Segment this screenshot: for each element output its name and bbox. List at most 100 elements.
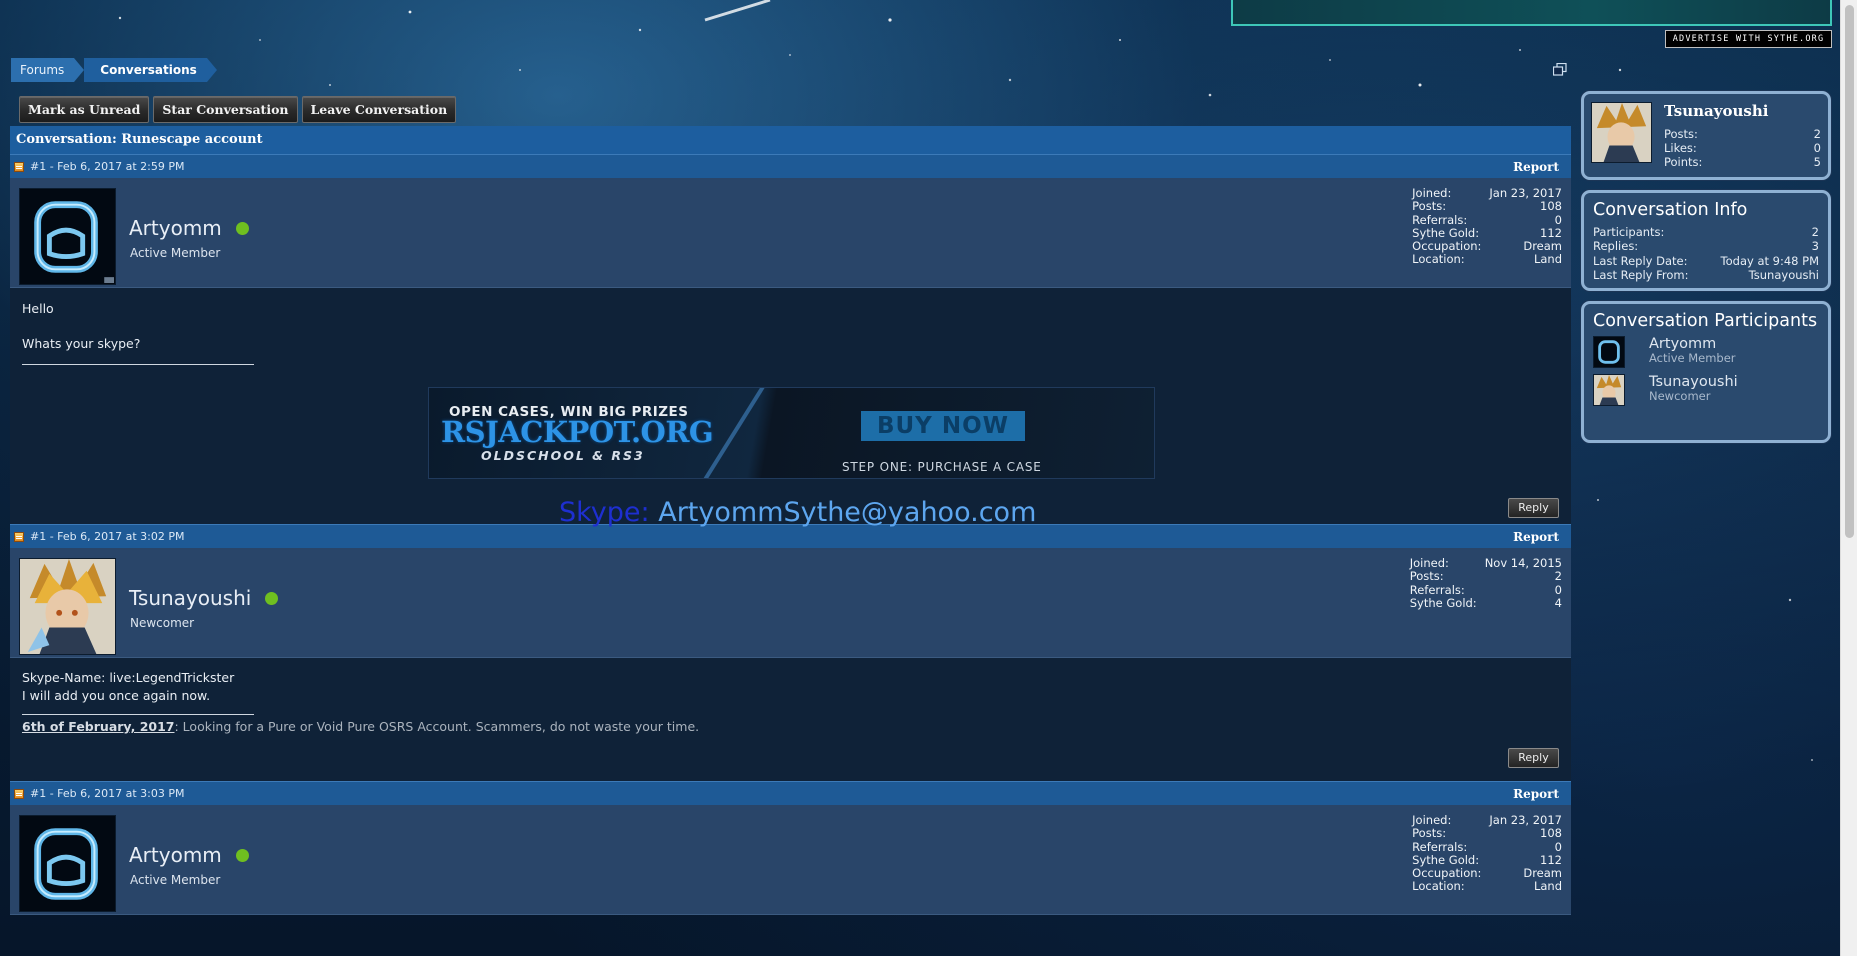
stat-label: Referrals: <box>1412 839 1468 854</box>
stat-label: Points: <box>1664 155 1703 169</box>
page-scrollbar[interactable] <box>1840 0 1857 956</box>
stat-value: 0 <box>1554 839 1562 854</box>
signature-date: 6th of February, 2017 <box>22 719 175 734</box>
star-conversation-button[interactable]: Star Conversation <box>153 96 298 123</box>
post-meta[interactable]: #1 - Feb 6, 2017 at 3:03 PM <box>30 787 185 800</box>
stat-value: 108 <box>1540 199 1562 214</box>
stat-value: 0 <box>1554 582 1562 597</box>
user-panel: Artyomm Active Member Joined: Jan 23, 201… <box>10 805 1571 915</box>
banner-step: STEP ONE: PURCHASE A CASE <box>842 460 1042 474</box>
popout-icon[interactable] <box>1553 63 1567 76</box>
leave-conversation-button[interactable]: Leave Conversation <box>301 96 457 123</box>
participants-title: Conversation Participants <box>1593 311 1818 331</box>
sidebar: Tsunayoushi Posts: 2 Likes: 0 Points: 5 Con… <box>1581 91 1831 453</box>
user-stats: Joined: Jan 23, 2017 Posts: 108 Referrals:… <box>1412 813 1562 894</box>
visitor-stats: Posts: 2 Likes: 0 Points: 5 <box>1664 127 1821 169</box>
user-title: Active Member <box>130 873 221 887</box>
stat-value: Jan 23, 2017 <box>1489 813 1562 827</box>
banner-line2: RSJACKPOT.ORG <box>441 415 714 449</box>
stat-value[interactable]: 0 <box>1796 141 1821 155</box>
conversation-info-panel: Conversation Info Participants: 2 Replies… <box>1581 190 1831 291</box>
info-label: Replies: <box>1593 239 1639 254</box>
stat-label: Referrals: <box>1409 582 1465 597</box>
online-status-icon <box>265 591 279 605</box>
username[interactable]: Artyomm <box>129 843 249 867</box>
post: #1 - Feb 6, 2017 at 2:59 PM Report Artyo… <box>10 154 1571 528</box>
post-header: #1 - Feb 6, 2017 at 2:59 PM Report <box>10 154 1571 178</box>
info-value: 2 <box>1811 225 1819 239</box>
advertise-link[interactable]: ADVERTISE WITH SYTHE.ORG <box>1665 30 1832 48</box>
signature-skype: Skype: ArtyommSythe@yahoo.com <box>559 497 1036 528</box>
breadcrumb: Forums Conversations <box>11 58 217 82</box>
participant-avatar[interactable] <box>1593 336 1625 368</box>
participant[interactable]: Artyomm Active Member <box>1593 336 1819 374</box>
stat-value: 112 <box>1540 225 1562 240</box>
top-advertisement-banner[interactable] <box>1231 0 1832 26</box>
participant[interactable]: Tsunayoushi Newcomer <box>1593 374 1819 412</box>
stat-label: Occupation: <box>1412 239 1482 254</box>
message-line: I will add you once again now. <box>22 687 211 703</box>
report-link[interactable]: Report <box>1513 160 1559 174</box>
user-panel: Artyomm Active Member Joined: Jan 23, 201… <box>10 178 1571 288</box>
visitor-name[interactable]: Tsunayoushi <box>1664 102 1768 120</box>
avatar[interactable] <box>19 188 116 285</box>
user-panel: Tsunayoushi Newcomer Joined: Nov 14, 2015… <box>10 548 1571 658</box>
participant-name[interactable]: Artyomm <box>1649 336 1736 352</box>
stat-label: Posts: <box>1409 569 1444 584</box>
post: #1 - Feb 6, 2017 at 3:02 PM Report Tsuna… <box>10 524 1571 781</box>
username-text[interactable]: Artyomm <box>129 843 222 867</box>
stat-label: Joined: <box>1412 186 1452 200</box>
online-status-icon <box>235 221 249 235</box>
conversation-main: Conversation: Runescape account #1 - Feb… <box>10 126 1571 915</box>
username-text[interactable]: Tsunayoushi <box>129 586 251 610</box>
stat-value: 0 <box>1554 212 1562 227</box>
post-body: Skype-Name: live:LegendTrickster I will … <box>10 658 1571 781</box>
message-line: Whats your skype? <box>22 335 141 351</box>
stat-label: Posts: <box>1412 199 1447 214</box>
info-label: Last Reply From: <box>1593 267 1689 282</box>
avatar[interactable] <box>19 558 116 655</box>
message-icon <box>14 161 24 172</box>
message-line: Hello <box>22 301 54 316</box>
breadcrumb-forums[interactable]: Forums <box>11 58 85 82</box>
report-link[interactable]: Report <box>1513 530 1559 544</box>
banner-line3: OLDSCHOOL & RS3 <box>481 448 645 463</box>
report-link[interactable]: Report <box>1513 787 1559 801</box>
breadcrumb-conversations[interactable]: Conversations <box>84 58 217 82</box>
avatar[interactable] <box>19 815 116 912</box>
visitor-panel: Tsunayoushi Posts: 2 Likes: 0 Points: 5 <box>1581 91 1831 180</box>
post-meta[interactable]: #1 - Feb 6, 2017 at 2:59 PM <box>30 160 185 173</box>
scrollbar-thumb[interactable] <box>1845 5 1854 538</box>
stat-value: Jan 23, 2017 <box>1489 186 1562 200</box>
stat-label: Sythe Gold: <box>1412 852 1480 867</box>
stat-value[interactable]: 5 <box>1796 155 1821 169</box>
rsjackpot-banner[interactable]: OPEN CASES, WIN BIG PRIZES RSJACKPOT.ORG… <box>428 387 1155 479</box>
online-status-icon <box>235 848 249 862</box>
stat-value: Land <box>1533 879 1562 894</box>
banner-buy-now[interactable]: BUY NOW <box>861 411 1025 441</box>
message-line-blank <box>22 318 1559 335</box>
username[interactable]: Tsunayoushi <box>129 586 279 610</box>
reply-button[interactable]: Reply <box>1508 498 1559 518</box>
username[interactable]: Artyomm <box>129 216 249 240</box>
message-line: Skype-Name: live:LegendTrickster <box>22 670 235 685</box>
post-meta[interactable]: #1 - Feb 6, 2017 at 3:02 PM <box>30 530 185 543</box>
stat-value: 112 <box>1540 852 1562 867</box>
stat-value[interactable]: 2 <box>1796 127 1821 141</box>
conversation-participants-panel: Conversation Participants Artyomm Active… <box>1581 301 1831 443</box>
stat-value: 108 <box>1540 826 1562 841</box>
stat-label: Sythe Gold: <box>1412 225 1480 240</box>
skype-value[interactable]: ArtyommSythe@yahoo.com <box>658 497 1036 528</box>
reply-button[interactable]: Reply <box>1508 748 1559 768</box>
participant-name[interactable]: Tsunayoushi <box>1649 374 1738 390</box>
username-text[interactable]: Artyomm <box>129 216 222 240</box>
stat-label: Joined: <box>1409 556 1449 570</box>
stat-label: Likes: <box>1664 141 1697 155</box>
visitor-avatar[interactable] <box>1591 102 1652 163</box>
mark-unread-button[interactable]: Mark as Unread <box>19 96 150 123</box>
info-label: Participants: <box>1593 225 1665 239</box>
info-value[interactable]: Tsunayoushi <box>1704 268 1819 282</box>
stat-label: Posts: <box>1664 127 1698 141</box>
info-label: Last Reply Date: <box>1593 253 1688 268</box>
participant-avatar[interactable] <box>1593 374 1625 406</box>
